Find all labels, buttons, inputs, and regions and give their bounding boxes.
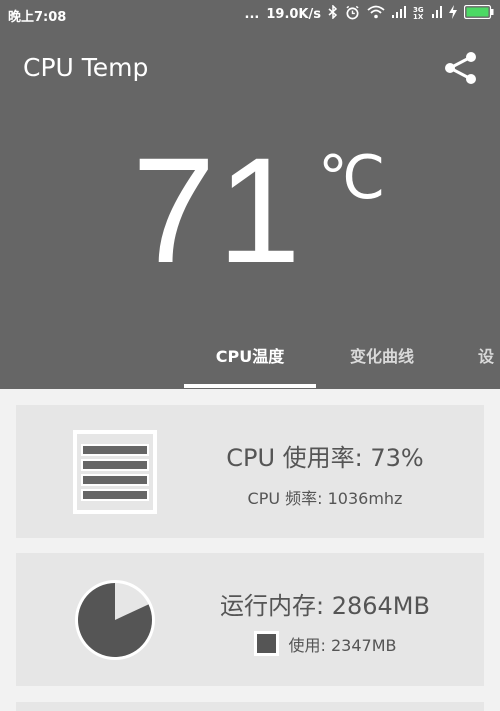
header: 晚上7:08 ... 19.0K/s 3G 1X CPU Temp 71 ℃ C… xyxy=(0,0,500,389)
tab-cpu-temp[interactable]: CPU温度 xyxy=(184,336,316,389)
share-icon xyxy=(445,52,476,84)
cpu-usage-card: CPU 使用率: 73% CPU 频率: 1036mhz xyxy=(16,405,484,538)
signal-icon-2 xyxy=(432,6,442,22)
wifi-icon xyxy=(367,5,385,23)
tab-trend-curve[interactable]: 变化曲线 xyxy=(322,336,442,389)
temperature-unit: ℃ xyxy=(318,144,386,211)
temperature-value: 71 xyxy=(132,126,303,294)
cpu-usage-icon xyxy=(73,430,157,514)
memory-used-row: 使用: 2347MB xyxy=(166,631,484,656)
app-title: CPU Temp xyxy=(23,53,149,82)
cpu-usage-text: CPU 使用率: 73% xyxy=(226,444,424,472)
status-bar: 晚上7:08 ... 19.0K/s 3G 1X xyxy=(0,0,500,28)
charging-icon xyxy=(449,5,457,23)
memory-pie-chart xyxy=(75,580,155,660)
memory-total-text: 运行内存: 2864MB xyxy=(220,592,430,620)
used-legend-swatch xyxy=(253,631,279,656)
memory-card: 运行内存: 2864MB 使用: 2347MB xyxy=(16,553,484,686)
tab-settings[interactable]: 设 xyxy=(478,336,500,389)
temperature-display: 71 ℃ xyxy=(0,125,500,295)
cpu-frequency-text: CPU 频率: 1036mhz xyxy=(247,489,403,508)
alarm-icon xyxy=(345,5,360,24)
status-dots: ... xyxy=(244,6,260,22)
tab-bar: CPU温度 变化曲线 设 xyxy=(0,336,500,389)
battery-icon xyxy=(463,4,494,23)
next-card xyxy=(16,702,484,711)
share-button[interactable] xyxy=(441,48,481,88)
network-type-label: 3G 1X xyxy=(413,6,424,21)
signal-icon xyxy=(392,6,406,22)
status-time: 晚上7:08 xyxy=(8,10,67,25)
status-icons: ... 19.0K/s 3G 1X xyxy=(245,4,494,24)
memory-used-text: 使用: 2347MB xyxy=(288,635,397,655)
network-speed: 19.0K/s xyxy=(266,6,321,22)
tab-indicator xyxy=(184,384,316,388)
bluetooth-icon xyxy=(328,4,338,23)
